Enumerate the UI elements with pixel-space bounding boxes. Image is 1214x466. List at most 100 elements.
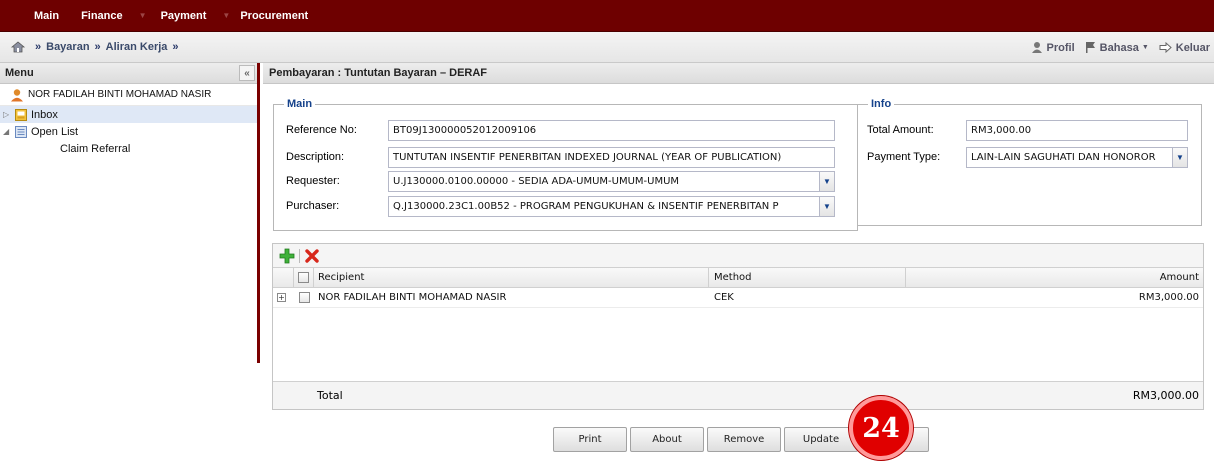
nav-main-label: Main xyxy=(34,9,60,22)
breadcrumb-item-aliran-kerja[interactable]: Aliran Kerja xyxy=(106,41,168,53)
chevron-down-icon: ▼ xyxy=(138,11,147,20)
nav-payment[interactable]: Payment ▼ xyxy=(153,10,237,22)
language-menu[interactable]: Bahasa ▼ xyxy=(1085,41,1149,54)
toolbar-separator xyxy=(299,248,300,263)
logout-label: Keluar xyxy=(1175,41,1210,54)
breadcrumb-separator: » xyxy=(94,41,101,53)
header-method[interactable]: Method xyxy=(709,268,906,287)
requester-select[interactable]: U.J130000.0100.00000 - SEDIA ADA-UMUM-UM… xyxy=(388,171,820,192)
menu-panel-header: Menu « xyxy=(0,63,257,84)
add-row-button[interactable] xyxy=(279,248,295,264)
about-button[interactable]: About xyxy=(630,427,704,452)
total-label: Total xyxy=(317,389,343,402)
inbox-icon xyxy=(15,108,27,121)
menu-tree: ▷ Inbox ◢ Open List Claim Referral xyxy=(0,106,257,157)
nav-finance[interactable]: Finance ▼ xyxy=(71,10,153,22)
current-user: NOR FADILAH BINTI MOHAMAD NASIR xyxy=(0,84,257,106)
user-icon xyxy=(1031,42,1042,53)
double-chevron-left-icon: « xyxy=(244,67,250,79)
tree-item-open-list[interactable]: ◢ Open List xyxy=(0,123,257,140)
collapse-panel-button[interactable]: « xyxy=(239,65,255,81)
current-user-name: NOR FADILAH BINTI MOHAMAD NASIR xyxy=(28,89,212,100)
reference-label: Reference No: xyxy=(286,124,357,136)
info-section-legend: Info xyxy=(868,98,895,110)
language-label: Bahasa xyxy=(1099,41,1139,54)
delete-row-button[interactable] xyxy=(304,248,320,264)
nav-payment-label: Payment xyxy=(160,9,207,22)
chevron-down-icon: ▼ xyxy=(823,202,831,211)
chevron-down-icon: ▼ xyxy=(1176,153,1184,162)
reference-field[interactable]: BT09J130000052012009106 xyxy=(388,120,835,141)
logout-link[interactable]: Keluar xyxy=(1159,42,1210,54)
breadcrumb-item-bayaran[interactable]: Bayaran xyxy=(46,41,89,53)
requester-dropdown-button[interactable]: ▼ xyxy=(819,171,835,192)
tree-item-label: Inbox xyxy=(31,108,58,121)
menu-panel: Menu « NOR FADILAH BINTI MOHAMAD NASIR ▷… xyxy=(0,63,260,363)
info-section: Info Total Amount: RM3,000.00 Payment Ty… xyxy=(857,98,1202,226)
breadcrumb-bar: » Bayaran » Aliran Kerja » Profil Bahasa… xyxy=(0,32,1214,63)
chevron-down-icon: ▼ xyxy=(222,11,231,20)
tree-item-label: Open List xyxy=(31,125,79,138)
flag-icon xyxy=(1085,42,1095,53)
chevron-down-icon: ▼ xyxy=(1141,44,1149,51)
total-amount-field[interactable]: RM3,000.00 xyxy=(966,120,1188,141)
cell-amount: RM3,000.00 xyxy=(1138,292,1199,303)
table-row[interactable]: + NOR FADILAH BINTI MOHAMAD NASIR CEK RM… xyxy=(273,288,1203,308)
row-checkbox[interactable] xyxy=(298,292,310,303)
nav-procurement-label: Procurement xyxy=(240,9,309,22)
home-icon[interactable] xyxy=(10,40,26,54)
expand-row-icon[interactable]: + xyxy=(277,293,286,302)
recipient-grid: Recipient Method Amount + NOR FADILAH BI… xyxy=(272,243,1204,410)
main-section-legend: Main xyxy=(284,98,316,110)
grid-header: Recipient Method Amount xyxy=(273,268,1203,288)
row-expander-cell: + xyxy=(277,288,291,307)
description-field[interactable]: TUNTUTAN INSENTIF PENERBITAN INDEXED JOU… xyxy=(388,147,835,168)
row-checkbox-cell xyxy=(294,288,314,307)
grid-total-row: Total RM3,000.00 xyxy=(273,381,1203,409)
nav-procurement[interactable]: Procurement xyxy=(236,10,312,22)
header-checkbox-col xyxy=(294,268,314,287)
tree-item-inbox[interactable]: ▷ Inbox xyxy=(0,106,257,123)
action-buttons: Print About Remove Update xyxy=(263,425,1213,455)
description-label: Description: xyxy=(286,151,345,163)
main-panel: Main Reference No: BT09J1300000520120091… xyxy=(263,85,1214,410)
nav-finance-label: Finance xyxy=(81,9,123,22)
expand-arrow-icon[interactable]: ▷ xyxy=(3,110,13,119)
logout-arrow-icon xyxy=(1159,42,1172,53)
select-all-checkbox[interactable] xyxy=(298,272,309,283)
payment-type-dropdown-button[interactable]: ▼ xyxy=(1172,147,1188,168)
nav-main[interactable]: Main xyxy=(20,10,71,22)
list-icon xyxy=(15,125,27,138)
requester-label: Requester: xyxy=(286,175,340,187)
header-recipient[interactable]: Recipient xyxy=(314,268,709,287)
update-button[interactable]: Update xyxy=(784,427,858,452)
collapse-arrow-icon[interactable]: ◢ xyxy=(3,127,13,136)
purchaser-dropdown-button[interactable]: ▼ xyxy=(819,196,835,217)
tree-item-label: Claim Referral xyxy=(60,142,131,155)
total-amount-label: Total Amount: xyxy=(867,124,934,136)
breadcrumb-separator: » xyxy=(35,41,42,53)
total-value: RM3,000.00 xyxy=(1132,389,1199,402)
user-links: Profil Bahasa ▼ Keluar xyxy=(1021,32,1210,63)
header-amount[interactable]: Amount xyxy=(906,268,1203,287)
payment-type-select[interactable]: LAIN-LAIN SAGUHATI DAN HONOROR xyxy=(966,147,1173,168)
cell-method: CEK xyxy=(714,292,734,303)
purchaser-select[interactable]: Q.J130000.23C1.00B52 - PROGRAM PENGUKUHA… xyxy=(388,196,820,217)
menu-title: Menu xyxy=(5,67,34,79)
breadcrumb: » Bayaran » Aliran Kerja » xyxy=(0,40,184,54)
purchaser-label: Purchaser: xyxy=(286,200,340,212)
chevron-down-icon: ▼ xyxy=(823,177,831,186)
cell-recipient: NOR FADILAH BINTI MOHAMAD NASIR xyxy=(318,292,507,303)
main-section: Main Reference No: BT09J1300000520120091… xyxy=(273,98,858,231)
breadcrumb-separator: » xyxy=(172,41,179,53)
tree-item-claim-referral[interactable]: Claim Referral xyxy=(0,140,257,157)
page-title: Pembayaran : Tuntutan Bayaran – DERAF xyxy=(269,67,488,79)
delete-x-icon xyxy=(305,248,319,263)
top-nav-bar: Main Finance ▼ Payment ▼ Procurement xyxy=(0,0,1214,32)
main-panel-header: Pembayaran : Tuntutan Bayaran – DERAF xyxy=(263,63,1214,84)
grid-toolbar xyxy=(273,244,1203,268)
print-button[interactable]: Print xyxy=(553,427,627,452)
profile-link[interactable]: Profil xyxy=(1031,41,1075,54)
remove-button[interactable]: Remove xyxy=(707,427,781,452)
user-icon xyxy=(11,88,23,101)
